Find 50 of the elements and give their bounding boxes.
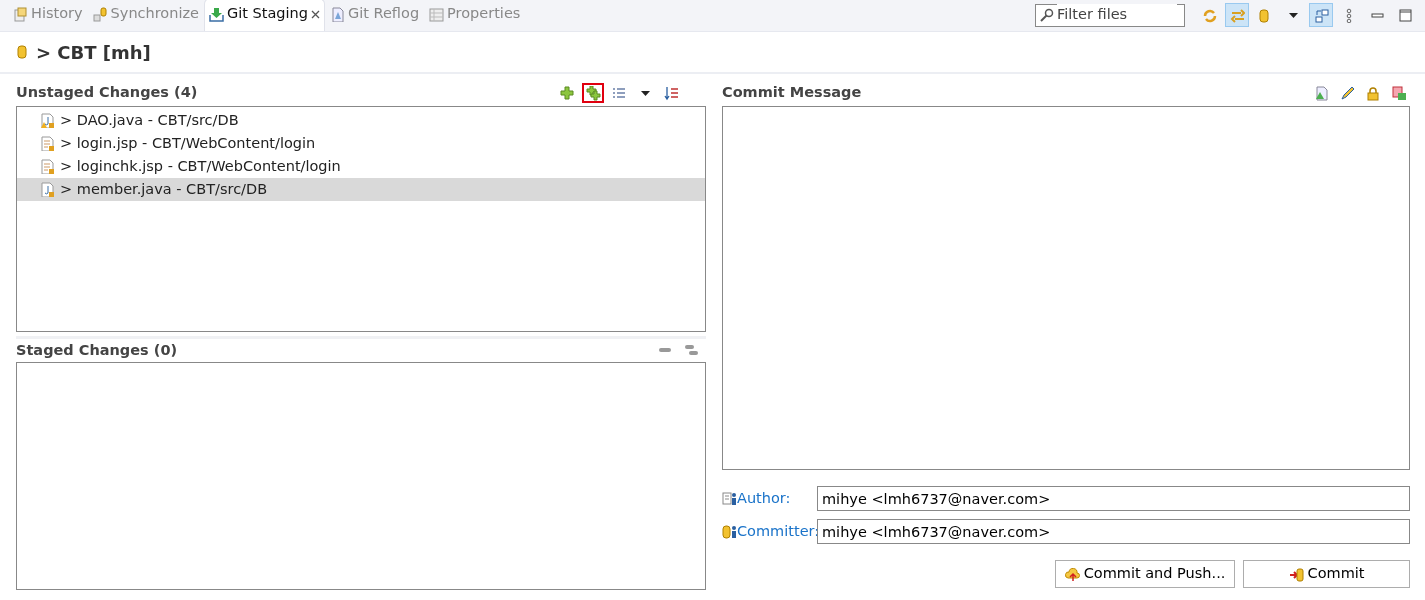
- view-tab[interactable]: Git Staging: [204, 0, 325, 31]
- committer-label: Committer:: [737, 521, 817, 541]
- plus-icon: [559, 85, 575, 101]
- author-field[interactable]: mihye <lmh6737@naver.com>: [817, 486, 1410, 511]
- jsp-file-icon: [39, 159, 54, 174]
- cloud-upload-icon: [1064, 566, 1080, 582]
- commit-icon: [1288, 566, 1304, 582]
- sync-icon: [92, 6, 108, 22]
- sort-icon: [663, 85, 679, 101]
- layout-icon: [1313, 7, 1329, 23]
- committer-field[interactable]: mihye <lmh6737@naver.com>: [817, 519, 1410, 544]
- java-file-icon: [39, 113, 54, 128]
- section-title: Commit Message: [722, 83, 862, 103]
- file-row[interactable]: > member.java - CBT/src/DB: [17, 178, 705, 201]
- search-icon: [1040, 8, 1054, 22]
- person-document-icon: [722, 491, 737, 506]
- repository-icon: [16, 44, 28, 60]
- pencil-icon: [1339, 85, 1355, 101]
- double-plus-icon: [585, 85, 601, 101]
- amend-icon: [1391, 85, 1407, 101]
- author-label: Author:: [737, 488, 792, 508]
- file-row[interactable]: > loginchk.jsp - CBT/WebContent/login: [17, 155, 705, 178]
- close-icon[interactable]: [310, 9, 320, 19]
- file-row[interactable]: > login.jsp - CBT/WebContent/login: [17, 132, 705, 155]
- filter-field[interactable]: Filter files: [1035, 3, 1185, 27]
- file-row[interactable]: > DAO.java - CBT/src/DB: [17, 109, 705, 132]
- table-icon: [429, 6, 445, 22]
- double-plus-button[interactable]: [582, 83, 604, 103]
- section-title: Staged Changes (0): [16, 340, 178, 360]
- signed-document-icon: [1313, 85, 1329, 101]
- repository-title: > CBT [mh]: [36, 40, 151, 65]
- arrows-button[interactable]: [1225, 3, 1249, 27]
- list-icon: [611, 85, 627, 101]
- refresh-icon: [1201, 7, 1217, 23]
- staging-icon: [209, 6, 224, 22]
- commit-and-push-button[interactable]: Commit and Push...: [1055, 560, 1235, 588]
- double-minus-icon: [683, 343, 699, 358]
- section-title: Unstaged Changes (4): [16, 83, 198, 103]
- arrows-icon: [1229, 7, 1245, 23]
- document-icon: [329, 6, 345, 22]
- history-icon: [13, 6, 28, 22]
- maximize-icon: [1397, 7, 1413, 23]
- person-repository-icon: [722, 524, 737, 539]
- commit-message-field[interactable]: [722, 106, 1410, 470]
- caret-icon: [1288, 12, 1298, 18]
- commit-button[interactable]: Commit: [1243, 560, 1410, 588]
- java-file-icon: [39, 182, 54, 197]
- caret-icon: [640, 90, 650, 96]
- jsp-file-icon: [39, 136, 54, 151]
- lock-icon: [1365, 85, 1381, 101]
